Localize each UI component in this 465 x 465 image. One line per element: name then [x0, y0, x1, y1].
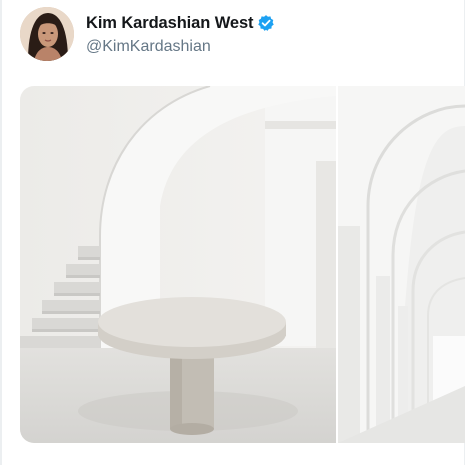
author-names: Kim Kardashian West @KimKardashian: [86, 12, 275, 56]
display-name-row: Kim Kardashian West: [86, 12, 275, 34]
tweet-header: Kim Kardashian West @KimKardashian: [0, 0, 465, 80]
avatar[interactable]: [20, 7, 74, 61]
author-display-name[interactable]: Kim Kardashian West: [86, 14, 254, 33]
author-handle[interactable]: @KimKardashian: [86, 38, 275, 56]
media-photo-staircase[interactable]: [20, 86, 336, 443]
white-staircase-round-table-photo-icon: [20, 86, 336, 443]
white-arched-hallway-photo-icon: [338, 86, 465, 443]
media-photo-hallway[interactable]: [338, 86, 465, 443]
verified-badge-icon: [257, 14, 275, 32]
tweet-media-grid: [20, 86, 465, 443]
profile-photo-icon: [20, 7, 74, 61]
